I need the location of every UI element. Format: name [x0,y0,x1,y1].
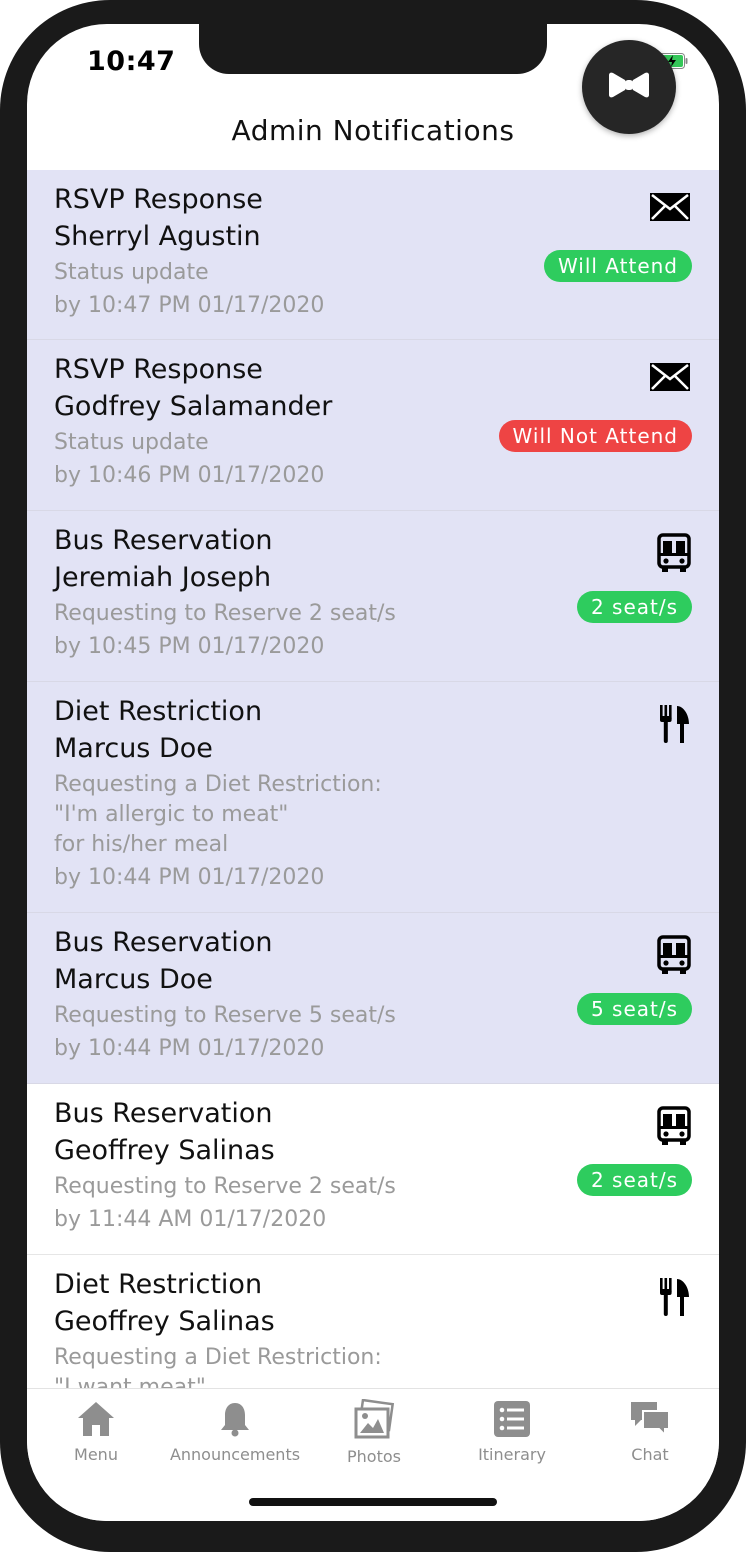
notification-title: Bus Reservation [54,1098,273,1129]
notification-item[interactable]: RSVP Response Sherryl Agustin Status updat… [27,170,719,340]
notification-timestamp: by 10:44 PM 01/17/2020 [54,865,325,890]
status-badge: Will Not Attend [498,420,692,452]
tab-label: Menu [74,1445,118,1464]
notification-timestamp: by 10:46 PM 01/17/2020 [54,463,325,488]
tab-menu[interactable]: Menu [27,1399,165,1464]
notification-description: Requesting to Reserve 2 seat/s [54,1174,396,1199]
notification-timestamp: by 10:44 PM 01/17/2020 [54,1036,325,1061]
bow-tie-button[interactable] [582,40,676,134]
notification-description: Requesting a Diet Restriction: [54,772,382,797]
notch [199,24,547,74]
chat-icon [629,1402,671,1443]
notification-title: Diet Restriction [54,1269,263,1300]
status-badge: 2 seat/s [576,1164,692,1196]
notification-item[interactable]: Bus Reservation Marcus Doe Requesting to R… [27,913,719,1084]
tab-photos[interactable]: Photos [305,1398,443,1466]
notification-guest-name: Geoffrey Salinas [54,1135,275,1166]
notification-description: Requesting to Reserve 5 seat/s [54,1003,396,1028]
notification-description: "I want meat" [54,1375,206,1388]
notification-guest-name: Sherryl Agustin [54,221,261,252]
notification-guest-name: Marcus Doe [54,733,213,764]
tab-label: Photos [347,1447,401,1466]
status-badge: Will Attend [543,250,692,282]
envelope-icon [649,192,691,226]
notification-description: Requesting to Reserve 2 seat/s [54,601,396,626]
notification-title: Bus Reservation [54,927,273,958]
notification-item[interactable]: Diet Restriction Geoffrey Salinas Requesti… [27,1255,719,1388]
tab-label: Announcements [169,1445,301,1464]
envelope-icon [649,362,691,396]
notification-guest-name: Godfrey Salamander [54,391,333,422]
status-badge: 2 seat/s [576,591,692,623]
notification-description: Status update [54,260,209,285]
utensils-icon [659,1277,691,1321]
tab-label: Chat [631,1445,669,1464]
notification-guest-name: Jeremiah Joseph [54,562,272,593]
bell-icon [215,1403,255,1443]
tab-itinerary[interactable]: Itinerary [443,1399,581,1464]
notification-list[interactable]: RSVP Response Sherryl Agustin Status updat… [27,170,719,1388]
notification-timestamp: by 10:47 PM 01/17/2020 [54,293,325,318]
notification-item[interactable]: Bus Reservation Jeremiah Joseph Requesting… [27,511,719,682]
home-icon [76,1402,116,1443]
bus-icon [657,935,691,979]
status-badge: 5 seat/s [576,993,692,1025]
list-icon [492,1401,532,1443]
notification-timestamp: by 10:45 PM 01/17/2020 [54,634,325,659]
notification-description: "I'm allergic to meat" [54,802,289,827]
tab-label: Itinerary [478,1445,546,1464]
notification-timestamp: by 11:44 AM 01/17/2020 [54,1207,327,1232]
notification-guest-name: Geoffrey Salinas [54,1306,275,1337]
notification-description: for his/her meal [54,832,229,857]
notification-description: Status update [54,430,209,455]
notification-item[interactable]: RSVP Response Godfrey Salamander Status up… [27,340,719,511]
photos-icon [353,1398,395,1445]
notification-title: RSVP Response [54,354,263,385]
notification-item[interactable]: Bus Reservation Geoffrey Salinas Requestin… [27,1084,719,1255]
home-indicator[interactable] [249,1498,497,1506]
utensils-icon [659,704,691,748]
notification-guest-name: Marcus Doe [54,964,213,995]
tab-announcements[interactable]: Announcements [166,1399,304,1464]
screen: 10:47 .... Admin Notifications RSVP Resp… [27,24,719,1521]
bus-icon [657,1106,691,1150]
notification-item[interactable]: Diet Restriction Marcus Doe Requesting a D… [27,682,719,913]
tab-chat[interactable]: Chat [581,1399,719,1464]
notification-title: Diet Restriction [54,696,263,727]
bus-icon [657,533,691,577]
bow-tie-icon [607,72,651,102]
status-time: 10:47 [87,46,176,77]
notification-title: Bus Reservation [54,525,273,556]
notification-title: RSVP Response [54,184,263,215]
notification-description: Requesting a Diet Restriction: [54,1345,382,1370]
